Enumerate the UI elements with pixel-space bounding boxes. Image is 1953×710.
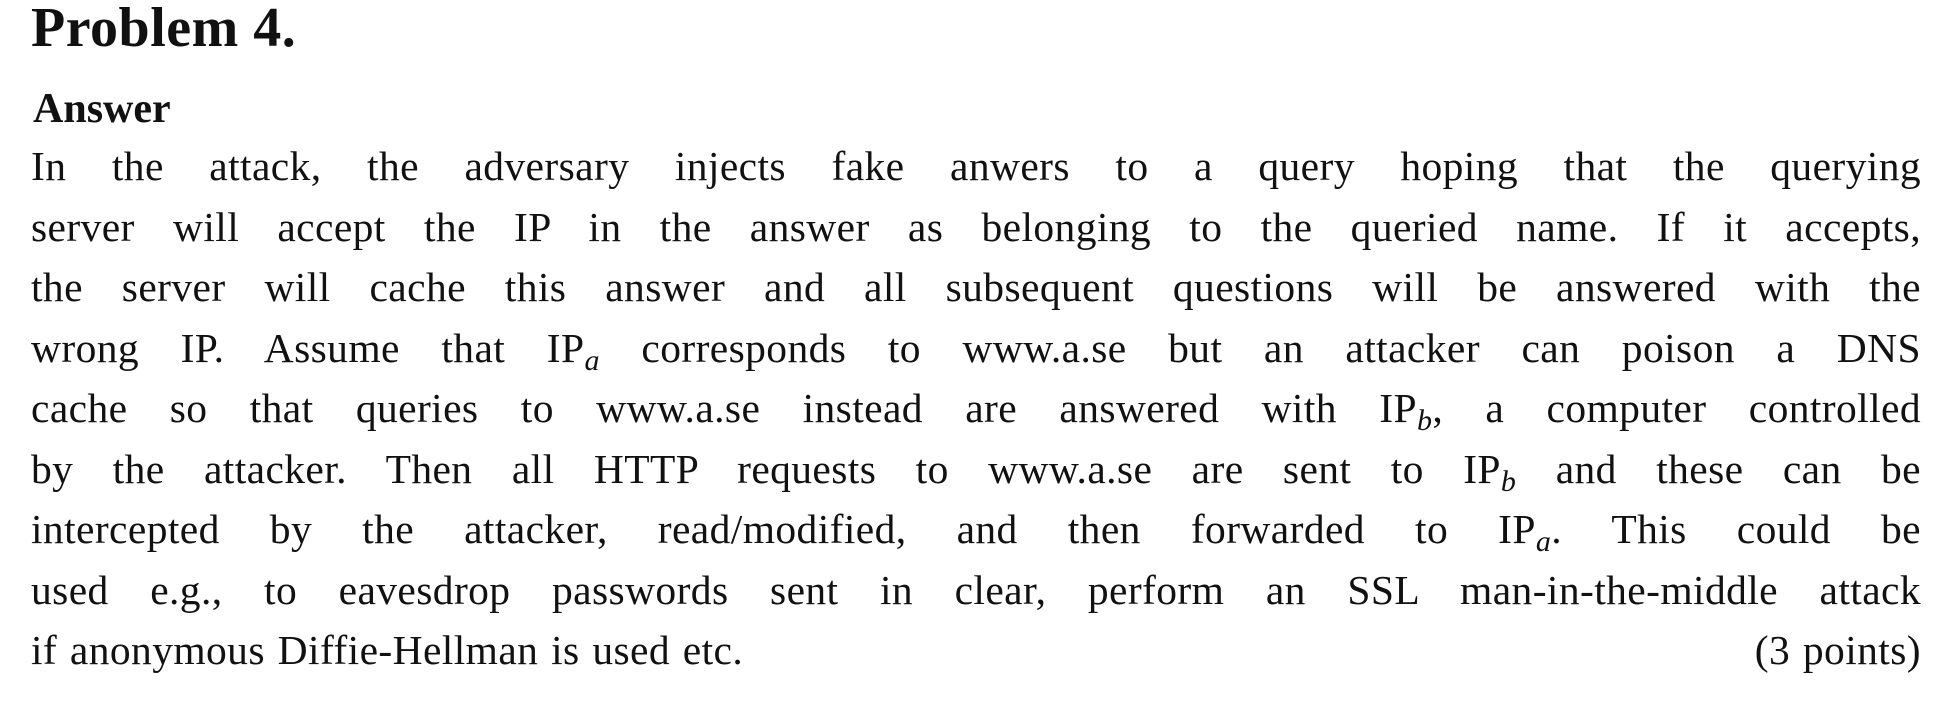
line-5-text-a: cache so that queries to www.a.se instea… — [31, 385, 1417, 431]
paragraph-line-7: intercepted by the attacker, read/modifi… — [31, 499, 1921, 560]
paragraph-line-4: wrong IP. Assume that IPa corresponds to… — [31, 318, 1921, 379]
answer-paragraph: In the attack, the adversary injects fak… — [31, 136, 1921, 681]
subscript-b: b — [1416, 404, 1433, 437]
paragraph-line-1: In the attack, the adversary injects fak… — [31, 143, 1921, 189]
closing-sentence: if anonymous Diffie-Hellman is used etc. — [31, 627, 744, 673]
line-5-text-b: , a computer controlled — [1432, 385, 1921, 431]
answer-subheading: Answer — [33, 86, 171, 132]
subscript-a: a — [1535, 525, 1552, 558]
line-7-text-a: intercepted by the attacker, read/modifi… — [31, 506, 1536, 552]
points-label: (3 points) — [1754, 627, 1921, 673]
paragraph-line-6: by the attacker. Then all HTTP requests … — [31, 439, 1921, 500]
paragraph-line-2: server will accept the IP in the answer … — [31, 203, 1921, 250]
line-6-text-a: by the attacker. Then all HTTP requests … — [31, 445, 1501, 492]
line-7-text-b: . This could be — [1551, 506, 1921, 552]
paragraph-line-5: cache so that queries to www.a.se instea… — [31, 378, 1921, 439]
problem-heading: Problem 4. — [31, 0, 297, 59]
document-page: Problem 4. Answer In the attack, the adv… — [31, 0, 1921, 681]
line-4-text-b: corresponds to www.a.se but an attacker … — [599, 324, 1922, 371]
subscript-a: a — [584, 343, 600, 377]
paragraph-line-9: if anonymous Diffie-Hellman is used etc.… — [31, 620, 1921, 681]
line-6-text-b: and these can be — [1516, 445, 1921, 492]
subscript-b: b — [1500, 464, 1517, 498]
paragraph-line-8: used e.g., to eavesdrop passwords sent i… — [31, 566, 1921, 613]
paragraph-line-3: the server will cache this answer and al… — [31, 264, 1921, 310]
line-4-text-a: wrong IP. Assume that IP — [31, 324, 585, 371]
